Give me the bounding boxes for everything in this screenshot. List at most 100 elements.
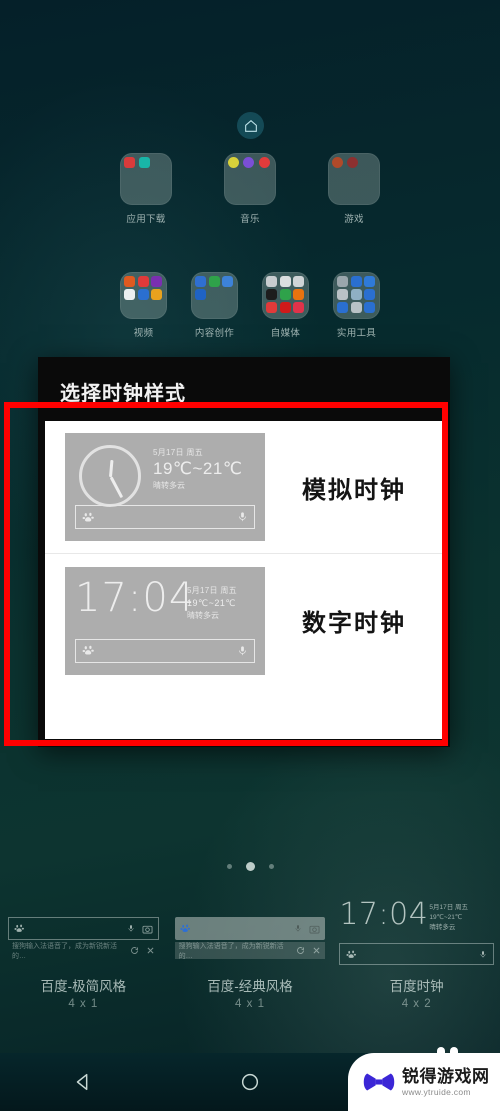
- page-dot[interactable]: [226, 864, 232, 869]
- page-dot-active[interactable]: [245, 862, 255, 871]
- mini-app-icon: [243, 157, 255, 168]
- mini-app-icon: [124, 289, 135, 300]
- camera-icon: [309, 925, 320, 933]
- mini-app-icon: [279, 289, 291, 300]
- widget-card-baidu-classic[interactable]: 搜狗输入法语音了，成为新锐新活的… 百度-经典风格 4 x 1: [167, 895, 334, 1020]
- page-dot[interactable]: [268, 864, 274, 869]
- gamepad-icon: [363, 1073, 395, 1091]
- folder-utilities[interactable]: 实用工具: [333, 272, 380, 339]
- folder-self-media[interactable]: 自媒体: [262, 272, 309, 339]
- clock-style-option-analog[interactable]: 5月17日 周五 19℃~21℃ 晴转多云 模拟时钟: [45, 421, 443, 554]
- folder-content-creation[interactable]: 内容创作: [191, 272, 238, 339]
- widget-weather-block: 5月17日 周五 19℃~21℃ 晴转多云: [429, 903, 468, 933]
- mini-app-icon: [293, 302, 305, 313]
- widget-picker-strip: 搜狗输入法语音了，成为新锐新活的… 百度-极简风格 4 x 1 搜狗输入法语音了…: [0, 895, 500, 1020]
- baidu-paw-icon: [346, 950, 357, 958]
- minute-hand: [109, 476, 123, 498]
- mini-app-icon: [195, 276, 206, 287]
- widget-weather-date: 5月17日 周五: [429, 904, 468, 911]
- mini-app-icon: [347, 157, 359, 168]
- mini-app-icon: [139, 157, 151, 168]
- widget-weather-temp: 19℃~21℃: [429, 914, 463, 922]
- dialog-title: 选择时钟样式: [60, 383, 186, 405]
- baidu-paw-icon: [82, 512, 94, 521]
- site-watermark: 锐得游戏网 www.ytruide.com: [348, 1047, 500, 1111]
- clock-style-list[interactable]: 5月17日 周五 19℃~21℃ 晴转多云 模拟时钟 17:04 5月17日 周…: [45, 421, 443, 739]
- weather-temp: 19℃~21℃: [187, 597, 236, 608]
- baidu-paw-icon: [180, 924, 190, 932]
- folder-label: 视频: [133, 328, 154, 339]
- baidu-search-bar-preview: [75, 505, 255, 529]
- widget-weather-condition: 晴转多云: [429, 924, 456, 932]
- folder-video[interactable]: 视频: [120, 272, 167, 339]
- refresh-icon[interactable]: [130, 946, 139, 955]
- mini-app-icon: [364, 276, 376, 287]
- widget-size: 4 x 1: [235, 998, 265, 1010]
- mini-app-icon: [350, 302, 362, 313]
- analog-clock-preview: 5月17日 周五 19℃~21℃ 晴转多云: [65, 433, 265, 541]
- search-suggestion-row: 搜狗输入法语音了，成为新锐新活的…: [8, 942, 159, 960]
- search-bar-outline: [339, 943, 495, 965]
- weather-condition: 晴转多云: [187, 610, 219, 620]
- clock-face-icon: [79, 445, 141, 507]
- weather-block: 5月17日 周五 19℃~21℃ 晴转多云: [187, 585, 237, 621]
- mini-app-icon: [337, 302, 348, 313]
- home-icon: [244, 119, 257, 132]
- mini-app-icon: [293, 276, 305, 287]
- home-indicator-icon[interactable]: [237, 112, 264, 139]
- mini-app-icon: [151, 289, 163, 300]
- weather-date: 5月17日 周五: [153, 448, 203, 457]
- close-icon[interactable]: [312, 946, 321, 955]
- watermark-ears: [437, 1047, 458, 1061]
- home-button[interactable]: [220, 1071, 280, 1093]
- mini-app-icon: [124, 157, 135, 168]
- microphone-icon: [295, 925, 301, 932]
- clock-style-option-digital[interactable]: 17:04 5月17日 周五 19℃~21℃ 晴转多云 数字时钟: [45, 554, 443, 687]
- page-indicator: [0, 862, 500, 871]
- folder-label: 实用工具: [336, 328, 377, 339]
- close-icon[interactable]: [146, 946, 155, 955]
- mini-app-icon: [208, 276, 220, 287]
- baidu-paw-icon: [82, 645, 94, 655]
- mini-app-icon: [151, 276, 163, 287]
- mini-app-icon: [266, 276, 277, 287]
- search-suggestion-row: 搜狗输入法语音了，成为新锐新活的…: [174, 942, 326, 960]
- mini-app-icon: [279, 276, 291, 287]
- microphone-icon: [239, 512, 246, 522]
- folder-app-download[interactable]: 应用下载: [117, 153, 175, 225]
- circle-icon: [241, 1073, 259, 1091]
- hour-hand: [109, 459, 114, 478]
- mini-app-icon: [258, 157, 270, 168]
- back-button[interactable]: [53, 1071, 113, 1093]
- mini-app-icon: [293, 289, 305, 300]
- folder-music[interactable]: 音乐: [221, 153, 279, 225]
- widget-card-baidu-clock[interactable]: 17:04 5月17日 周五 19℃~21℃ 晴转多云 百度时钟 4 x 2: [333, 895, 500, 1020]
- baidu-paw-icon: [14, 924, 24, 932]
- widget-name: 百度时钟: [389, 979, 444, 994]
- mini-app-icon: [350, 289, 362, 300]
- mini-app-icon: [266, 289, 277, 300]
- mini-app-icon: [337, 276, 348, 287]
- weather-block: 5月17日 周五 19℃~21℃ 晴转多云: [153, 447, 242, 491]
- folder-tile: [328, 153, 380, 205]
- mini-app-icon: [337, 289, 348, 300]
- mini-app-icon: [137, 289, 149, 300]
- widget-thumbnail: 搜狗输入法语音了，成为新锐新活的…: [0, 895, 167, 973]
- folder-tile: [333, 272, 380, 319]
- widget-name: 百度-经典风格: [207, 979, 293, 994]
- option-label-analog: 模拟时钟: [302, 476, 406, 504]
- folder-games[interactable]: 游戏: [325, 153, 383, 225]
- folder-tile: [191, 272, 238, 319]
- widget-card-baidu-minimal[interactable]: 搜狗输入法语音了，成为新锐新活的… 百度-极简风格 4 x 1: [0, 895, 167, 1020]
- triangle-left-icon: [77, 1073, 88, 1091]
- microphone-icon: [239, 645, 246, 655]
- search-bar-outline: [8, 917, 159, 940]
- mini-app-icon: [137, 276, 149, 287]
- camera-icon: [142, 925, 153, 933]
- digital-clock-time: 17:04: [75, 574, 196, 621]
- widget-size: 4 x 1: [68, 998, 99, 1010]
- watermark-text: 锐得游戏网 www.ytruide.com: [402, 1068, 490, 1097]
- refresh-icon[interactable]: [296, 946, 305, 955]
- mini-app-icon: [364, 302, 376, 313]
- weather-condition: 晴转多云: [153, 481, 185, 490]
